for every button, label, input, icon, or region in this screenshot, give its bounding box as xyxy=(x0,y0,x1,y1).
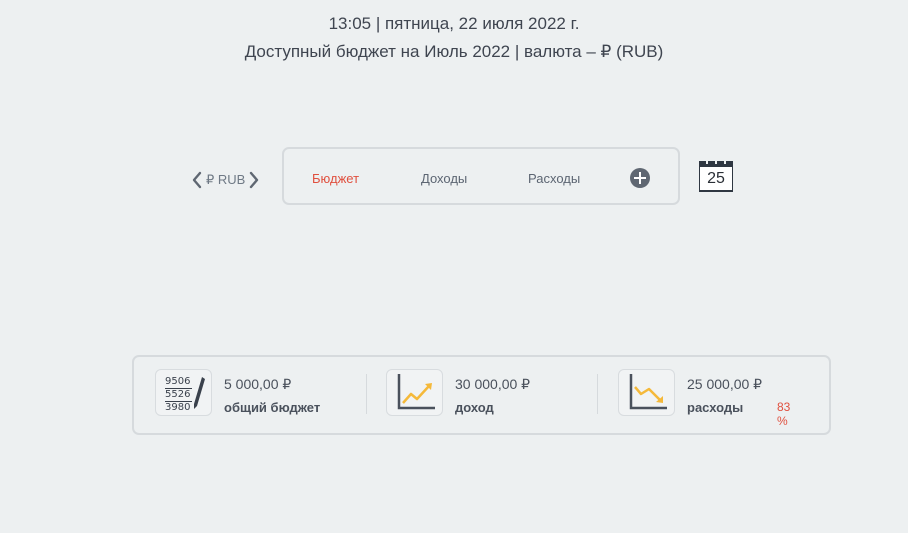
tab-expenses[interactable]: Расходы xyxy=(528,171,580,186)
chevron-right-icon[interactable] xyxy=(248,170,260,190)
currency-label: ₽ RUB xyxy=(206,172,246,187)
budget-amount: 5 000,00 ₽ xyxy=(224,376,292,392)
calendar-icon[interactable]: 25 xyxy=(699,160,733,193)
income-caption: доход xyxy=(455,400,494,415)
divider xyxy=(366,374,367,414)
trend-up-icon xyxy=(386,369,443,416)
datetime-text: 13:05 | пятница, 22 июля 2022 г. xyxy=(328,14,580,33)
income-amount: 30 000,00 ₽ xyxy=(455,376,531,392)
trend-down-icon xyxy=(618,369,675,416)
plus-circle-icon[interactable] xyxy=(630,168,650,188)
expenses-caption: расходы xyxy=(687,400,744,415)
tab-budget[interactable]: Бюджет xyxy=(312,171,359,186)
divider xyxy=(597,374,598,414)
tab-bar: Бюджет Доходы Расходы xyxy=(282,147,680,205)
calendar-day: 25 xyxy=(699,167,733,191)
tab-income[interactable]: Доходы xyxy=(421,171,467,186)
budget-title: Доступный бюджет на Июль 2022 | валюта –… xyxy=(244,42,664,61)
summary-panel: 9506 5526 3980 5 000,00 ₽ общий бюджет 3… xyxy=(132,355,831,435)
expenses-percent: 83 % xyxy=(777,400,791,428)
calculator-icon: 9506 5526 3980 xyxy=(155,369,212,416)
header: 13:05 | пятница, 22 июля 2022 г. Доступн… xyxy=(0,13,908,63)
budget-caption: общий бюджет xyxy=(224,400,321,415)
expenses-amount: 25 000,00 ₽ xyxy=(687,376,763,392)
currency-switcher: ₽ RUB xyxy=(191,169,260,191)
chevron-left-icon[interactable] xyxy=(191,170,203,190)
